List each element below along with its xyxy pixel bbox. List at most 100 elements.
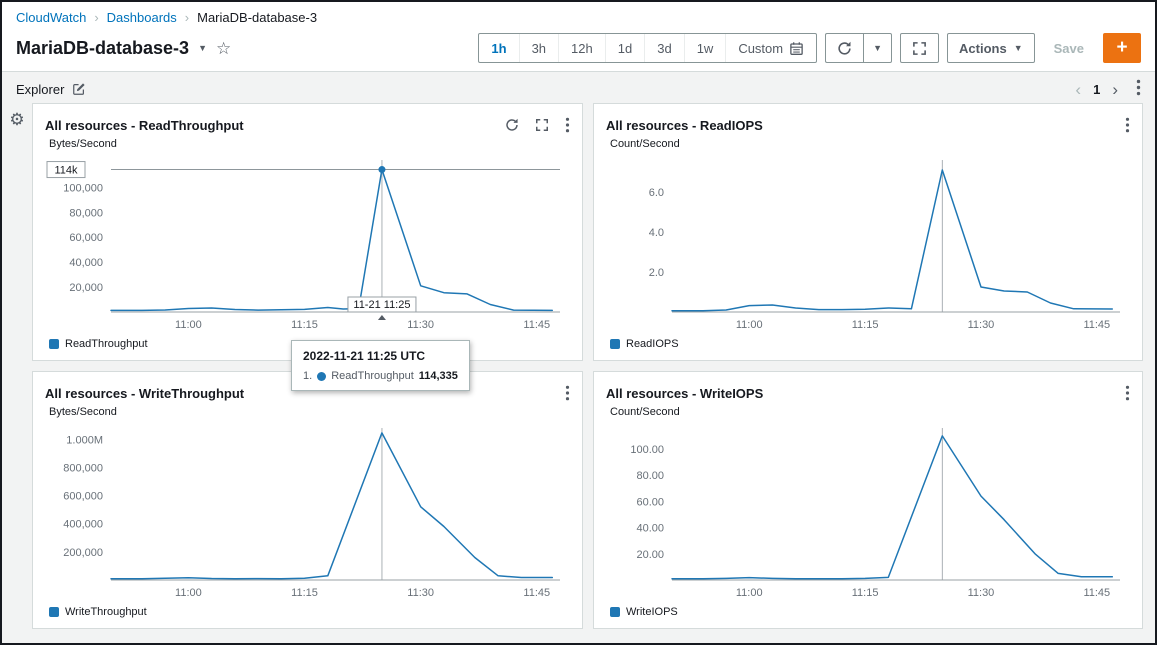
page-next-icon[interactable]: › [1112, 81, 1118, 98]
svg-text:11:30: 11:30 [968, 319, 995, 331]
title-row: MariaDB-database-3 ▼ ☆ 1h3h12h1d3d1w Cus… [16, 33, 1141, 63]
actions-button[interactable]: Actions ▼ [947, 33, 1035, 63]
chart-plot[interactable]: 200,000400,000600,000800,0001.000M11:001… [45, 420, 570, 604]
legend-label: ReadThroughput [65, 338, 148, 350]
svg-text:60,000: 60,000 [69, 232, 103, 244]
edit-icon[interactable] [72, 82, 86, 96]
svg-text:4.0: 4.0 [649, 227, 664, 239]
dashboard-menu-dots-icon[interactable] [1136, 79, 1141, 99]
svg-text:40,000: 40,000 [69, 257, 103, 269]
time-range-3h[interactable]: 3h [520, 34, 559, 62]
title-caret-down-icon[interactable]: ▼ [198, 43, 207, 53]
legend-label: ReadIOPS [626, 338, 679, 350]
svg-text:600,000: 600,000 [63, 491, 103, 503]
svg-text:11:15: 11:15 [852, 587, 879, 599]
svg-text:11:45: 11:45 [1083, 319, 1110, 331]
caret-down-icon: ▼ [873, 43, 882, 53]
caret-down-icon: ▼ [1014, 43, 1023, 53]
header: CloudWatch › Dashboards › MariaDB-databa… [2, 2, 1155, 72]
time-range-12h[interactable]: 12h [559, 34, 606, 62]
svg-text:114k: 114k [54, 165, 78, 177]
page-previous-icon[interactable]: ‹ [1075, 81, 1081, 98]
time-range-custom[interactable]: Custom [726, 34, 816, 62]
svg-text:11:30: 11:30 [407, 319, 434, 331]
chart-plot[interactable]: 20.0040.0060.0080.00100.0011:0011:1511:3… [606, 420, 1130, 604]
tooltip-series-value: 114,335 [419, 370, 458, 382]
chart-legend[interactable]: ReadIOPS [610, 338, 1130, 350]
legend-label: WriteIOPS [626, 606, 678, 618]
tooltip-row-index: 1. [303, 370, 312, 382]
svg-text:1.000M: 1.000M [66, 434, 103, 446]
chart-y-unit: Bytes/Second [49, 138, 570, 152]
chart-y-unit: Count/Second [610, 406, 1130, 420]
breadcrumb-separator: › [185, 10, 189, 25]
svg-text:11:00: 11:00 [736, 587, 763, 599]
svg-text:60.00: 60.00 [636, 496, 664, 508]
widget-menu-dots-icon[interactable] [565, 117, 570, 133]
svg-text:11:45: 11:45 [1083, 587, 1110, 599]
pagination: ‹ 1 › [1075, 79, 1141, 99]
chart-legend[interactable]: WriteThroughput [49, 606, 570, 618]
favorite-star-icon[interactable]: ☆ [216, 40, 231, 57]
chart-y-unit: Count/Second [610, 138, 1130, 152]
legend-swatch [49, 607, 59, 617]
fullscreen-icon [912, 41, 927, 56]
svg-text:11:00: 11:00 [175, 319, 202, 331]
refresh-button[interactable] [825, 33, 863, 63]
svg-text:80,000: 80,000 [69, 207, 103, 219]
legend-swatch [49, 339, 59, 349]
add-widget-button[interactable]: + [1103, 33, 1141, 63]
breadcrumb-separator: › [94, 10, 98, 25]
widget-refresh-icon[interactable] [505, 118, 519, 132]
widget-menu-dots-icon[interactable] [1125, 117, 1130, 133]
chart-card-read-throughput: All resources - ReadThroughput Bytes/S [32, 103, 583, 361]
chart-card-write-throughput: All resources - WriteThroughput Bytes/Se… [32, 371, 583, 629]
chart-title: All resources - ReadIOPS [606, 118, 763, 133]
explorer-bar: Explorer ‹ 1 › [2, 72, 1155, 103]
save-button[interactable]: Save [1043, 33, 1095, 63]
widget-menu-dots-icon[interactable] [1125, 385, 1130, 401]
explorer-label: Explorer [16, 82, 64, 97]
svg-text:100.00: 100.00 [630, 444, 664, 456]
time-range-3d[interactable]: 3d [645, 34, 684, 62]
chart-y-unit: Bytes/Second [49, 406, 570, 420]
chart-plot[interactable]: 2.04.06.011:0011:1511:3011:45 [606, 152, 1130, 336]
svg-text:11:15: 11:15 [291, 319, 318, 331]
chart-card-read-iops: All resources - ReadIOPS Count/Second 2.… [593, 103, 1143, 361]
breadcrumb-current: MariaDB-database-3 [197, 10, 317, 25]
widget-menu-dots-icon[interactable] [565, 385, 570, 401]
page-title: MariaDB-database-3 [16, 38, 189, 59]
app-window: CloudWatch › Dashboards › MariaDB-databa… [0, 0, 1157, 645]
breadcrumb: CloudWatch › Dashboards › MariaDB-databa… [16, 8, 1141, 33]
page-number: 1 [1093, 82, 1100, 97]
time-range-1h[interactable]: 1h [479, 34, 519, 62]
refresh-options-dropdown[interactable]: ▼ [863, 33, 892, 63]
custom-range-label: Custom [738, 41, 783, 56]
chart-plot[interactable]: 20,00040,00060,00080,000100,00011:0011:1… [45, 152, 570, 336]
svg-text:6.0: 6.0 [649, 187, 664, 199]
svg-text:400,000: 400,000 [63, 519, 103, 531]
breadcrumb-cloudwatch[interactable]: CloudWatch [16, 10, 86, 25]
widget-grid: All resources - ReadThroughput Bytes/S [32, 103, 1143, 631]
tooltip-series-name: ReadThroughput [331, 370, 414, 382]
svg-text:11:15: 11:15 [852, 319, 879, 331]
time-range-1w[interactable]: 1w [685, 34, 727, 62]
widget-expand-icon[interactable] [535, 118, 549, 132]
svg-text:100,000: 100,000 [63, 182, 103, 194]
fullscreen-button[interactable] [900, 33, 939, 63]
svg-text:11:30: 11:30 [407, 587, 434, 599]
svg-text:800,000: 800,000 [63, 462, 103, 474]
breadcrumb-dashboards[interactable]: Dashboards [107, 10, 177, 25]
legend-swatch [610, 339, 620, 349]
svg-text:2.0: 2.0 [649, 267, 664, 279]
calendar-icon [789, 41, 804, 56]
dashboard-content: ⚙ All resources - ReadThroughput [2, 103, 1155, 643]
settings-gear-icon[interactable]: ⚙ [9, 111, 24, 128]
time-range-1d[interactable]: 1d [606, 34, 645, 62]
svg-text:11:45: 11:45 [523, 587, 550, 599]
svg-text:11:45: 11:45 [523, 319, 550, 331]
svg-text:11-21 11:25: 11-21 11:25 [353, 299, 410, 311]
chart-legend[interactable]: WriteIOPS [610, 606, 1130, 618]
chart-title: All resources - WriteIOPS [606, 386, 763, 401]
svg-text:200,000: 200,000 [63, 547, 103, 559]
